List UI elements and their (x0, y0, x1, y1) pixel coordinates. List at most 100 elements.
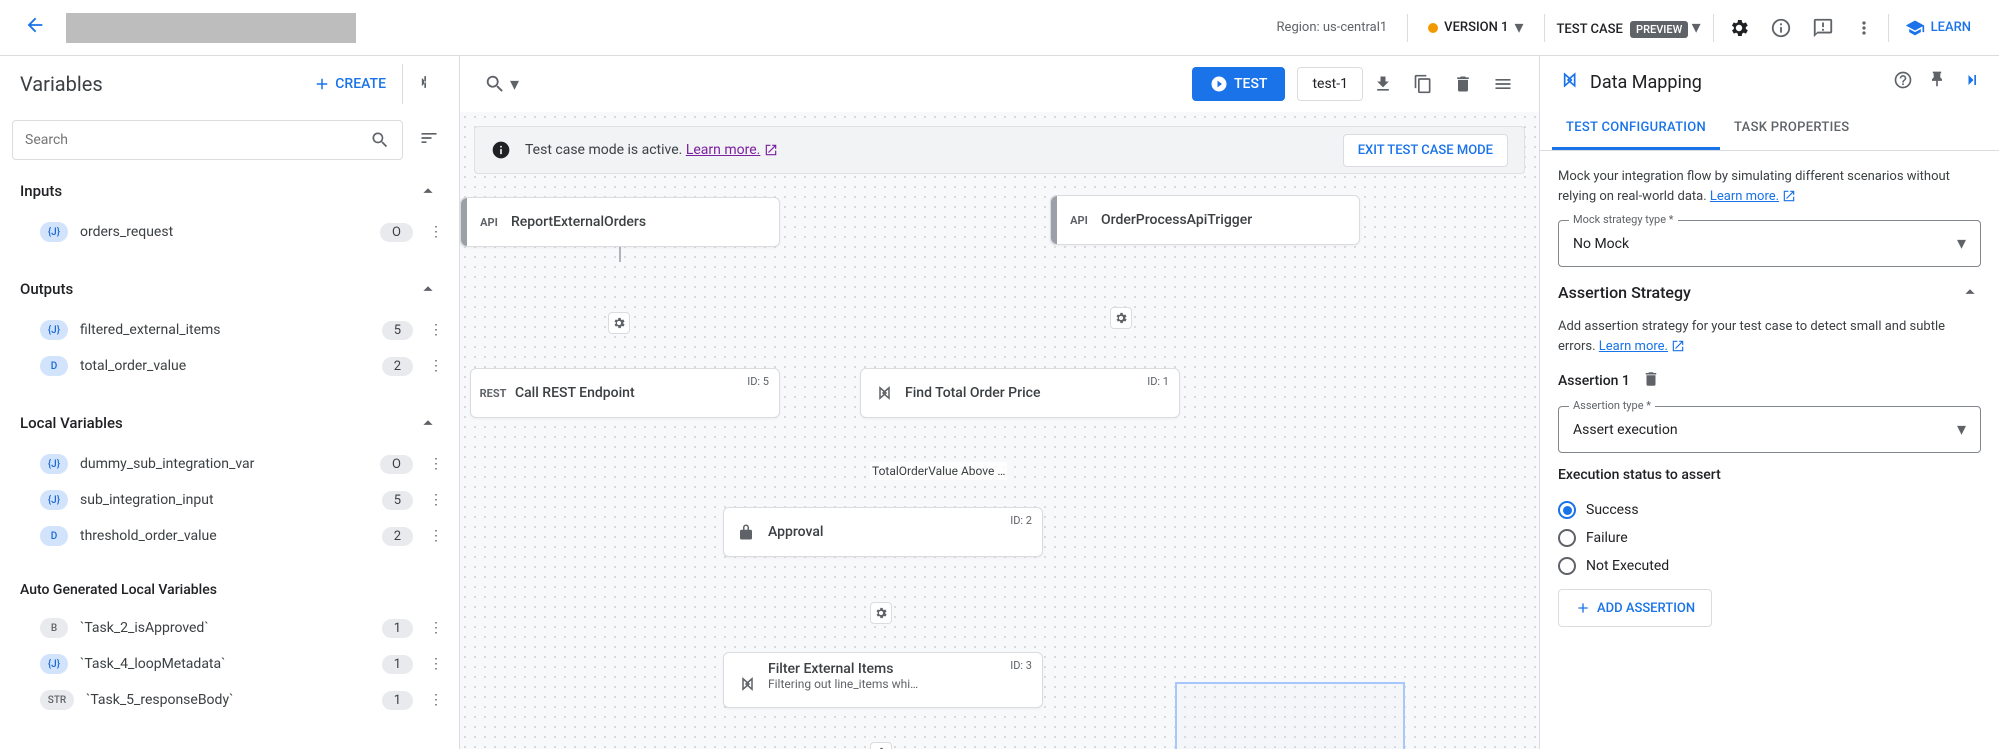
variable-row[interactable]: {J} dummy_sub_integration_var O ⋮ (0, 446, 459, 482)
gear-node[interactable] (870, 602, 892, 624)
inputs-section-header[interactable]: Inputs (0, 168, 459, 214)
outputs-section-header[interactable]: Outputs (0, 266, 459, 312)
filter-button[interactable] (411, 120, 447, 160)
version-selector[interactable]: VERSION 1 ▾ (1412, 17, 1539, 38)
variable-row[interactable]: B `Task_2_isApproved` 1 ⋮ (0, 610, 459, 646)
delete-icon[interactable] (1443, 64, 1483, 104)
rest-icon: REST (471, 387, 515, 400)
region-label: Region: us-central1 (1261, 20, 1404, 35)
selection-box (1175, 682, 1405, 749)
variable-row[interactable]: D threshold_order_value 2 ⋮ (0, 518, 459, 554)
pin-icon[interactable] (1927, 70, 1947, 94)
node-call-rest-endpoint[interactable]: REST Call REST Endpoint ID: 5 (470, 368, 780, 418)
radio-icon (1558, 501, 1576, 519)
learn-more-link[interactable]: Learn more. (686, 142, 761, 158)
variable-row[interactable]: STR `Task_5_responseBody` 1 ⋮ (0, 682, 459, 718)
integration-title-redacted (66, 13, 356, 43)
node-order-process-api-trigger[interactable]: API OrderProcessApiTrigger (1050, 195, 1360, 245)
chevron-down-icon: ▾ (1692, 17, 1701, 38)
type-chip-bool: B (40, 618, 68, 638)
assertion-type-select[interactable]: Assertion type * Assert execution ▾ (1558, 406, 1981, 453)
locals-section-header[interactable]: Local Variables (0, 400, 459, 446)
mock-description: Mock your integration flow by simulating… (1558, 167, 1981, 206)
external-link-icon (1782, 189, 1796, 203)
type-chip-string: STR (40, 690, 74, 710)
create-variable-button[interactable]: CREATE (313, 75, 386, 93)
collapse-sidebar-button[interactable] (402, 64, 439, 104)
api-icon: API (1057, 214, 1101, 227)
status-dot-icon (1428, 23, 1438, 33)
learn-more-link[interactable]: Learn more. (1599, 339, 1668, 354)
gear-node[interactable] (608, 312, 630, 334)
more-icon[interactable]: ⋮ (425, 488, 447, 512)
more-icon[interactable]: ⋮ (425, 452, 447, 476)
data-mapping-icon (861, 384, 905, 402)
type-chip-json: {J} (40, 490, 68, 510)
radio-success[interactable]: Success (1558, 501, 1981, 519)
zoom-dropdown[interactable]: ▾ (476, 65, 527, 103)
copy-icon[interactable] (1403, 64, 1443, 104)
chevron-up-icon[interactable] (1959, 281, 1981, 303)
chevron-down-icon: ▾ (1514, 17, 1523, 38)
node-find-total-order-price[interactable]: Find Total Order Price ID: 1 (860, 368, 1180, 418)
variable-row[interactable]: {J} sub_integration_input 5 ⋮ (0, 482, 459, 518)
data-mapping-icon (724, 675, 768, 693)
node-report-external-orders[interactable]: API ReportExternalOrders (460, 197, 780, 247)
type-chip-json: {J} (40, 654, 68, 674)
node-approval[interactable]: Approval ID: 2 (723, 507, 1043, 557)
settings-icon[interactable] (1718, 7, 1760, 49)
data-mapping-icon (1558, 70, 1578, 94)
node-filter-external-items[interactable]: Filter External Items Filtering out line… (723, 652, 1043, 708)
exit-test-case-button[interactable]: EXIT TEST CASE MODE (1343, 134, 1508, 167)
api-icon: API (467, 216, 511, 229)
variable-row[interactable]: D total_order_value 2 ⋮ (0, 348, 459, 384)
learn-more-link[interactable]: Learn more. (1710, 189, 1779, 204)
download-icon[interactable] (1363, 64, 1403, 104)
tab-task-properties[interactable]: TASK PROPERTIES (1720, 108, 1863, 150)
more-icon[interactable]: ⋮ (425, 652, 447, 676)
search-icon (370, 130, 390, 150)
radio-failure[interactable]: Failure (1558, 529, 1981, 547)
chevron-up-icon (417, 412, 439, 434)
variable-row[interactable]: {J} orders_request O ⋮ (0, 214, 459, 250)
type-chip-double: D (40, 356, 68, 376)
add-assertion-button[interactable]: ADD ASSERTION (1558, 589, 1712, 627)
menu-icon[interactable] (1483, 64, 1523, 104)
more-icon[interactable]: ⋮ (425, 524, 447, 548)
info-icon[interactable] (1760, 7, 1802, 49)
more-icon[interactable]: ⋮ (425, 354, 447, 378)
approval-icon (724, 523, 768, 541)
chevron-down-icon: ▾ (1957, 419, 1966, 440)
more-icon[interactable] (1844, 8, 1884, 48)
feedback-icon[interactable] (1802, 7, 1844, 49)
assertion-description: Add assertion strategy for your test cas… (1558, 317, 1981, 356)
mock-strategy-select[interactable]: Mock strategy type * No Mock ▾ (1558, 220, 1981, 267)
panel-title: Data Mapping (1590, 72, 1881, 93)
test-button[interactable]: TEST (1192, 67, 1285, 101)
type-chip-json: {J} (40, 454, 68, 474)
search-input[interactable] (12, 120, 403, 160)
gear-node[interactable] (870, 742, 892, 749)
test-name-input[interactable]: test-1 (1297, 67, 1363, 101)
more-icon[interactable]: ⋮ (425, 688, 447, 712)
radio-not-executed[interactable]: Not Executed (1558, 557, 1981, 575)
delete-assertion-icon[interactable] (1642, 370, 1660, 392)
external-link-icon (764, 143, 778, 157)
variable-row[interactable]: {J} `Task_4_loopMetadata` 1 ⋮ (0, 646, 459, 682)
more-icon[interactable]: ⋮ (425, 220, 447, 244)
testcase-label[interactable]: TEST CASE PREVIEW ▾ (1549, 17, 1709, 38)
more-icon[interactable]: ⋮ (425, 318, 447, 342)
chevron-up-icon (417, 278, 439, 300)
gear-node[interactable] (1110, 307, 1132, 329)
tab-test-configuration[interactable]: TEST CONFIGURATION (1552, 108, 1720, 150)
help-icon[interactable] (1893, 70, 1913, 94)
expand-icon[interactable] (1961, 70, 1981, 94)
back-button[interactable] (16, 6, 54, 49)
type-chip-double: D (40, 526, 68, 546)
chevron-down-icon: ▾ (1957, 233, 1966, 254)
variable-row[interactable]: {J} filtered_external_items 5 ⋮ (0, 312, 459, 348)
more-icon[interactable]: ⋮ (425, 616, 447, 640)
type-chip-json: {J} (40, 222, 68, 242)
learn-link[interactable]: LEARN (1893, 18, 1983, 38)
radio-icon (1558, 557, 1576, 575)
